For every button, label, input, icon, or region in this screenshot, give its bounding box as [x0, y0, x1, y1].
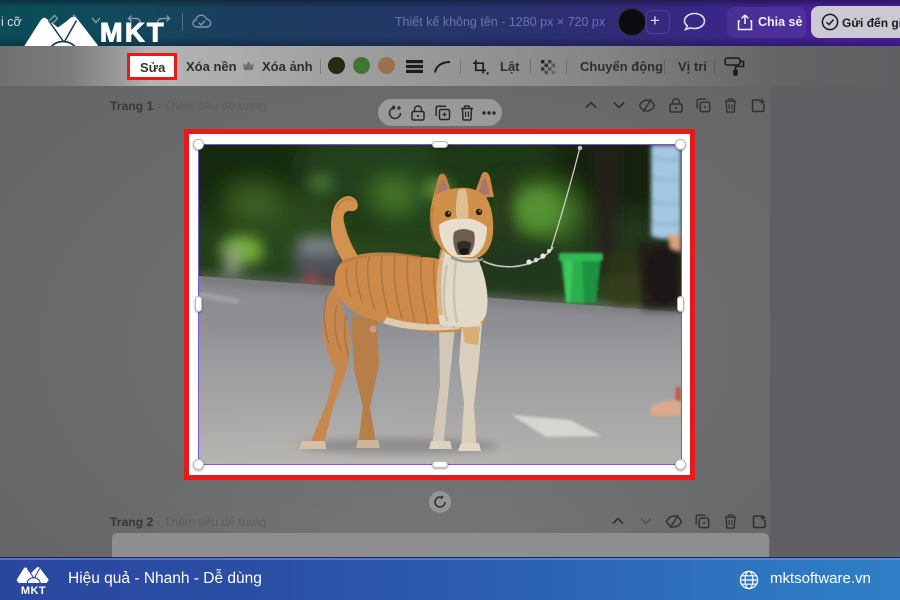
svg-text:MKT: MKT	[21, 585, 46, 596]
svg-text:MKT: MKT	[100, 18, 166, 48]
